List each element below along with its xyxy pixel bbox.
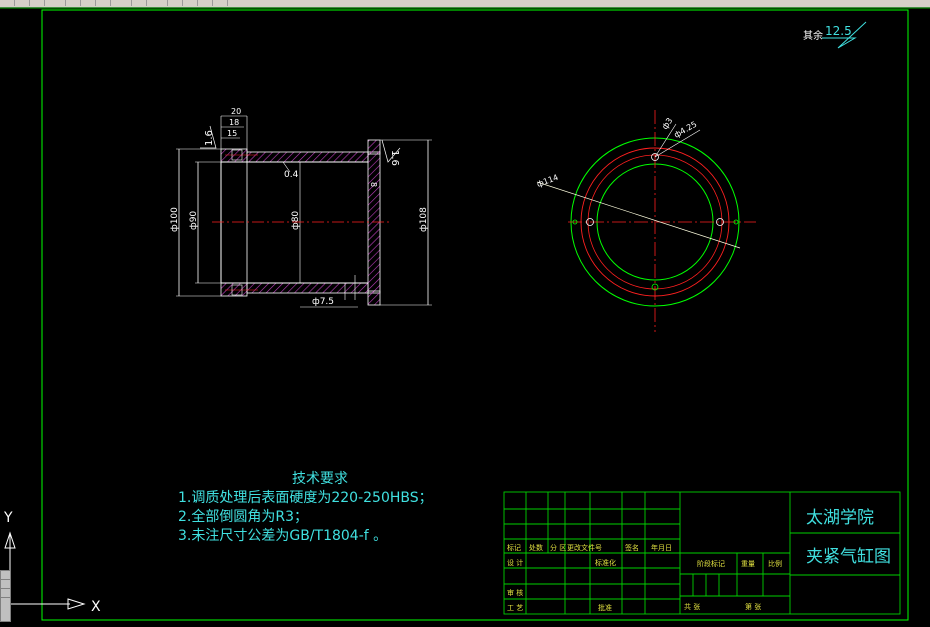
stage-mark: 阶段标记 bbox=[697, 559, 725, 568]
row-standardization: 标准化 bbox=[595, 558, 616, 567]
side-palette-tab[interactable] bbox=[0, 570, 11, 622]
plan-view: ф3 ф4.25 ф114 bbox=[536, 110, 756, 332]
row-process: 工 艺 bbox=[507, 604, 523, 612]
header-count: 处数 bbox=[529, 543, 543, 552]
dim-phi90: ф90 bbox=[189, 211, 199, 230]
tech-req-item-1: 1.调质处理后表面硬度为220-250HBS； bbox=[178, 490, 433, 506]
header-change-doc: 更改文件号 bbox=[567, 543, 602, 552]
tech-req-title: 技术要求 bbox=[292, 471, 348, 487]
ucs-y-label: Y bbox=[3, 510, 13, 526]
dim-phi4-25: ф4.25 bbox=[673, 120, 699, 140]
roughness-1-6-right: 1.6 bbox=[389, 150, 400, 166]
weight-label: 重量 bbox=[741, 560, 755, 568]
dim-18: 18 bbox=[229, 118, 239, 127]
row-review: 审 核 bbox=[507, 588, 523, 597]
row-approve: 批准 bbox=[598, 603, 612, 612]
row-design: 设 计 bbox=[507, 558, 523, 567]
roughness-1-6-left: 1.6 bbox=[204, 130, 215, 146]
dim-phi108: ф108 bbox=[419, 207, 429, 232]
side-tab-button-2[interactable] bbox=[1, 580, 10, 589]
school-name: 太湖学院 bbox=[806, 508, 874, 528]
hatch-bottom-wall bbox=[246, 282, 369, 294]
scale-label: 比例 bbox=[768, 559, 782, 568]
dim-8: 8 bbox=[369, 182, 378, 187]
drawing-name: 夹紧气缸图 bbox=[806, 546, 891, 567]
drawing-border bbox=[41, 9, 909, 621]
header-zone: 分 区 bbox=[550, 543, 566, 552]
header-date: 年月日 bbox=[651, 543, 672, 552]
dim-phi100: ф100 bbox=[170, 207, 180, 232]
hatch-flange-bottom bbox=[367, 290, 381, 306]
hatch-right-wall bbox=[367, 151, 381, 294]
header-signature: 签名 bbox=[625, 543, 639, 552]
roughness-value: 12.5 bbox=[825, 24, 852, 38]
hatch-top-wall bbox=[246, 151, 369, 163]
dim-phi80: ф80 bbox=[291, 211, 301, 230]
hatch-flange-top bbox=[367, 139, 381, 155]
tech-req-item-3: 3.未注尺寸公差为GB/T1804-f 。 bbox=[178, 528, 387, 544]
dim-20: 20 bbox=[231, 107, 241, 116]
dim-phi114: ф114 bbox=[536, 173, 560, 189]
sheets-total: 共 张 bbox=[684, 602, 700, 611]
drawing-canvas[interactable]: 其余 12.5 ф100 ф90 ф80 ф108 20 18 15 1.6 1… bbox=[0, 0, 930, 627]
surface-roughness-symbol: 其余 12.5 bbox=[803, 21, 867, 49]
dim-0-4: 0.4 bbox=[284, 170, 299, 180]
side-tab-button-1[interactable] bbox=[1, 571, 10, 580]
tech-req-item-2: 2.全部倒圆角为R3； bbox=[178, 508, 308, 525]
dim-phi7-5: ф7.5 bbox=[312, 297, 334, 307]
dim-phi3: ф3 bbox=[660, 116, 674, 131]
section-view: ф100 ф90 ф80 ф108 20 18 15 1.6 1.6 0.4 8 bbox=[170, 107, 432, 308]
ucs-x-label: X bbox=[91, 599, 101, 615]
dim-15: 15 bbox=[227, 129, 237, 138]
sheet-no: 第 张 bbox=[745, 602, 761, 611]
header-mark: 标记 bbox=[507, 543, 521, 552]
ucs-icon: Y X bbox=[3, 510, 101, 615]
tech-requirements: 技术要求 1.调质处理后表面硬度为220-250HBS； 2.全部倒圆角为R3；… bbox=[178, 471, 433, 544]
roughness-label: 其余 bbox=[803, 29, 823, 42]
side-tab-button-3[interactable] bbox=[1, 589, 10, 598]
